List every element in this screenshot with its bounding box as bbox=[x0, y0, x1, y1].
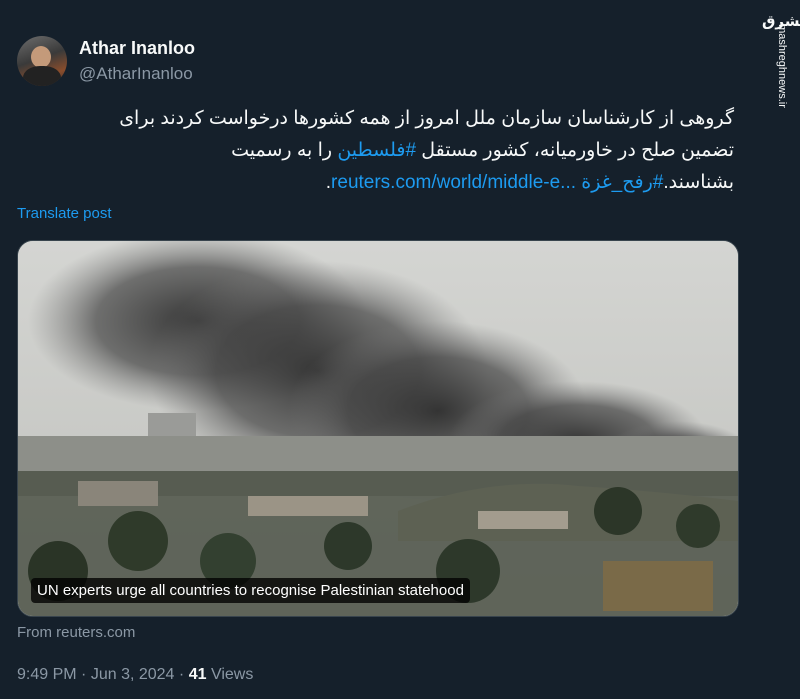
author-handle[interactable]: @AtharInanloo bbox=[79, 64, 193, 84]
watermark-url: mashreghnews.ir bbox=[776, 24, 789, 108]
tweet-link[interactable]: reuters.com/world/middle-e... bbox=[331, 172, 576, 193]
tweet-line-2: تضمین صلح در خاورمیانه، کشور مستقل #فلسط… bbox=[34, 135, 734, 167]
watermark-strip: مشرق mashreghnews.ir bbox=[758, 0, 800, 699]
card-caption[interactable]: UN experts urge all countries to recogni… bbox=[31, 578, 470, 603]
link-card[interactable]: UN experts urge all countries to recogni… bbox=[17, 240, 739, 617]
views-label: Views bbox=[210, 666, 254, 683]
avatar[interactable] bbox=[17, 36, 67, 86]
author-name[interactable]: Athar Inanloo bbox=[79, 38, 195, 59]
tweet-line-3: بشناسند.#رفح_غزة reuters.com/world/middl… bbox=[34, 167, 734, 199]
tweet-line-2-end: را به رسمیت bbox=[231, 140, 338, 161]
smoke-over-city-photo bbox=[18, 241, 738, 616]
tweet-text: گروهی از کارشناسان سازمان ملل امروز از ه… bbox=[34, 103, 734, 199]
tweet-line-1: گروهی از کارشناسان سازمان ملل امروز از ه… bbox=[119, 108, 734, 129]
tweet-line-2-start: تضمین صلح در خاورمیانه، کشور مستقل bbox=[416, 140, 734, 161]
card-source[interactable]: From reuters.com bbox=[17, 624, 135, 641]
avatar-face bbox=[31, 46, 51, 68]
tweet-date[interactable]: Jun 3, 2024 bbox=[91, 666, 175, 683]
tweet-meta: 9:49 PM · Jun 3, 2024 · 41 Views bbox=[17, 666, 253, 684]
meta-separator: · bbox=[81, 666, 87, 683]
avatar-body bbox=[23, 66, 61, 86]
meta-separator: · bbox=[178, 666, 185, 683]
translate-post-link[interactable]: Translate post bbox=[17, 205, 112, 222]
tweet-line-3-start: بشناسند. bbox=[663, 172, 734, 193]
hashtag-palestine[interactable]: #فلسطین bbox=[337, 140, 416, 161]
hashtag-rafah-gaza[interactable]: #رفح_غزة bbox=[581, 172, 663, 193]
tweet-time[interactable]: 9:49 PM bbox=[17, 666, 77, 683]
views-count: 41 bbox=[188, 666, 207, 683]
